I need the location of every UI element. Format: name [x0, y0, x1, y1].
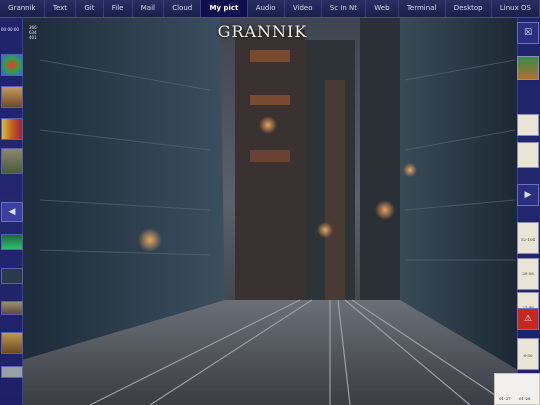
background-street-image — [0, 0, 540, 405]
menu-terminal[interactable]: Terminal — [399, 0, 446, 17]
menu-desktop[interactable]: Desktop — [446, 0, 492, 17]
thumbnail-r1[interactable] — [517, 56, 539, 80]
stat-3: 401 — [29, 35, 37, 40]
menu-my-pict[interactable]: My pict — [201, 0, 248, 17]
page-label-1[interactable]: 52-104 — [517, 222, 539, 254]
thumbnail-2[interactable] — [1, 86, 23, 108]
page-label-4[interactable]: 6-50 — [517, 338, 539, 370]
page-label-2[interactable]: 29-58 — [517, 258, 539, 290]
thumbnail-1[interactable] — [1, 54, 23, 76]
menu-linux-os[interactable]: Linux OS — [492, 0, 540, 17]
thumbnail-3[interactable] — [1, 118, 23, 140]
menu-video[interactable]: Video — [285, 0, 322, 17]
warning-icon[interactable]: ⚠ — [517, 308, 539, 330]
menu-text[interactable]: Text — [45, 0, 77, 17]
thumbnail-6[interactable] — [1, 268, 23, 284]
thumbnail-5[interactable] — [1, 234, 23, 250]
cross-box-icon[interactable]: ☒ — [517, 22, 539, 44]
left-sidebar: 00:00:00 ◀ — [0, 18, 23, 405]
bottom-page-panel: 01-27 01-28 — [494, 373, 540, 405]
menu-grannik[interactable]: Grannik — [0, 0, 45, 17]
thumbnail-9[interactable] — [1, 366, 23, 378]
thumbnail-r3[interactable] — [517, 142, 539, 168]
menu-git[interactable]: Git — [76, 0, 104, 17]
menu-cloud[interactable]: Cloud — [164, 0, 202, 17]
top-menubar: Grannik Text Git File Mail Cloud My pict… — [0, 0, 540, 18]
menu-web[interactable]: Web — [366, 0, 399, 17]
page-title: GRANNIK — [217, 22, 308, 41]
clock-time: 00:00:00 — [1, 27, 19, 32]
stats-column: 366 634 401 — [29, 25, 37, 40]
thumbnail-r2[interactable] — [517, 114, 539, 136]
menu-sc-in-nt[interactable]: Sc In Nt — [322, 0, 367, 17]
menu-file[interactable]: File — [104, 0, 133, 17]
bottom-label-2[interactable]: 01-28 — [519, 396, 531, 401]
thumbnail-7[interactable] — [1, 301, 23, 315]
right-arrow-icon[interactable]: ▶ — [517, 184, 539, 206]
right-sidebar: ☒ ▶ 52-104 29-58 27-46 ⚠ 6-50 — [517, 18, 540, 405]
menu-audio[interactable]: Audio — [248, 0, 285, 17]
bottom-label-1[interactable]: 01-27 — [499, 396, 511, 401]
thumbnail-8[interactable] — [1, 332, 23, 354]
left-arrow-icon[interactable]: ◀ — [1, 202, 23, 222]
menu-mail[interactable]: Mail — [133, 0, 165, 17]
thumbnail-4[interactable] — [1, 148, 23, 174]
